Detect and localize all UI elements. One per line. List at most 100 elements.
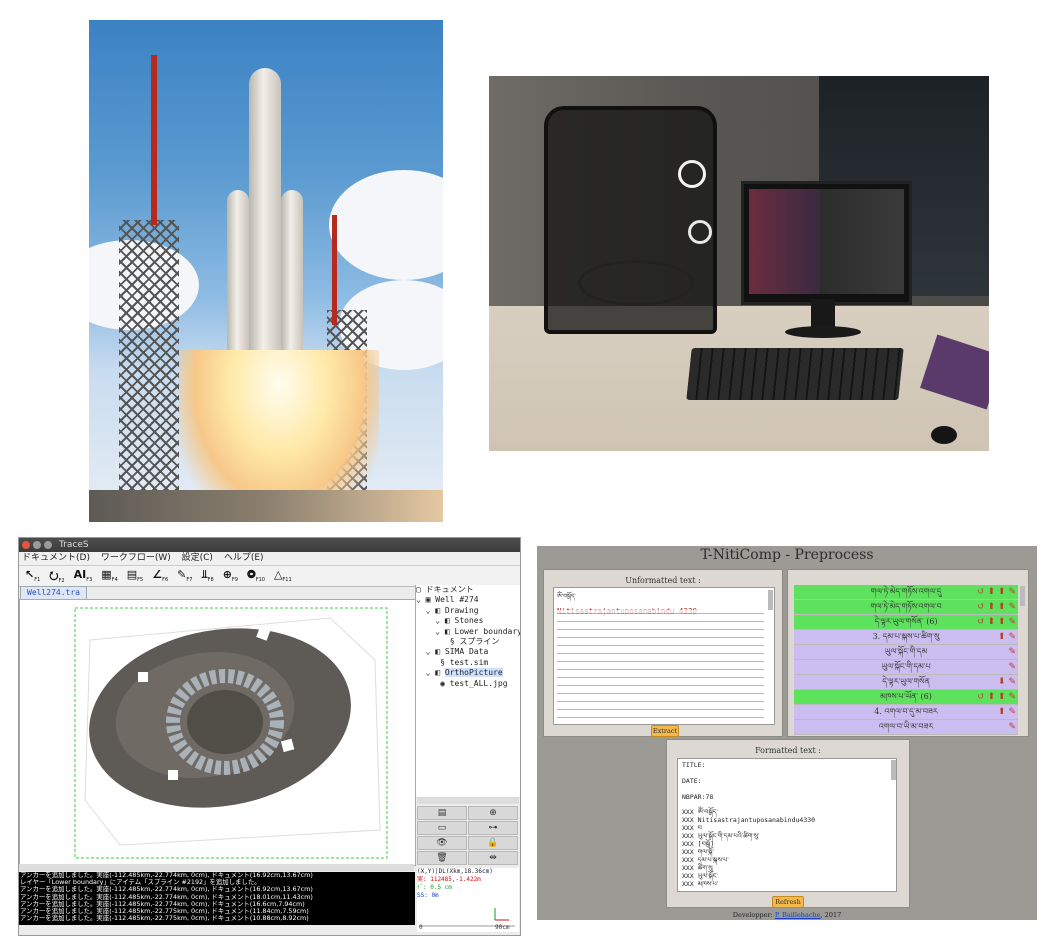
- footer: Developper: P. Baillehache, 2017: [732, 911, 842, 919]
- paragraph-row[interactable]: གལ་ཏེ་མེད་གཏོས་འགལ་དུ ↺ ⬆ ⬆ ✎: [794, 585, 1018, 600]
- merge-button[interactable]: ⇹: [468, 851, 518, 865]
- unformatted-panel: Unformatted text : ༀ་བསྒོད་ Nitisastraja…: [543, 569, 783, 737]
- tibetan-text-block: [557, 610, 764, 722]
- list-scrollbar[interactable]: [1020, 586, 1025, 606]
- rocket-launch-photo: [89, 20, 443, 522]
- row-action-icons[interactable]: ✎: [1008, 660, 1016, 674]
- row-action-icons[interactable]: ↺ ⬆ ⬆ ✎: [977, 585, 1016, 599]
- pencil-tool-icon[interactable]: ✎F7: [177, 568, 192, 583]
- formatted-line: TITLE:: [682, 761, 706, 769]
- tree-item[interactable]: ⌄ ▣ Well #274: [416, 595, 520, 605]
- formatted-textarea[interactable]: TITLE: DATE: NBPAR:78 XXX ༀ་བསྒོད་ XXX Ni…: [677, 758, 897, 892]
- drawing-canvas[interactable]: [19, 599, 416, 866]
- spline-tool-icon[interactable]: ⫫F8: [201, 568, 213, 583]
- close-window-icon[interactable]: [22, 541, 30, 549]
- cloud: [329, 170, 443, 280]
- visibility-button[interactable]: 👁: [417, 836, 467, 850]
- formatted-line: [682, 770, 892, 778]
- paragraph-row[interactable]: དེ་ལྟར་ཡུལ་གསོན ⬇ ✎: [794, 675, 1018, 690]
- marker: [168, 770, 178, 780]
- tree-item[interactable]: ⌄ ◧ Stones: [416, 616, 520, 626]
- text-tool-icon[interactable]: AIF3: [74, 568, 93, 583]
- paragraph-row[interactable]: 4. འགལ་བ་དུ་མ་བཟར ⬆ ✎: [794, 705, 1018, 720]
- label-button[interactable]: ▭: [417, 821, 467, 835]
- tree-item[interactable]: ⌄ ◧ OrthoPicture: [416, 668, 520, 678]
- paragraph-text: 4. འགལ་བ་དུ་མ་བཟར: [874, 707, 938, 716]
- paragraph-text: གལ་ཏེ་མེད་གཏོས་འགལ་དུ: [870, 587, 942, 596]
- table-tool-icon[interactable]: ▤F5: [127, 568, 143, 583]
- paragraph-list-panel: གལ་ཏེ་མེད་གཏོས་འགལ་དུ ↺ ⬆ ⬆ ✎ གལ་ཏེ་མེད་གཏ…: [787, 569, 1029, 737]
- paragraph-row[interactable]: དེ་ལྟར་ཡུལ་གསོན་ (6) ↺ ⬆ ⬆ ✎: [794, 615, 1018, 630]
- new-layer-button[interactable]: ▤: [417, 806, 467, 820]
- refresh-button[interactable]: Refresh: [772, 896, 804, 908]
- paragraph-row[interactable]: ཡུལ་སྐོང་གི་དམ་པ ✎: [794, 660, 1018, 675]
- lasso-tool-icon[interactable]: ⭮F2: [49, 567, 64, 586]
- formatted-line: DATE:: [682, 776, 702, 785]
- ground-smoke: [89, 490, 443, 522]
- connect-button[interactable]: ⊶: [468, 821, 518, 835]
- title-bar: TraceS: [19, 538, 520, 552]
- minimize-window-icon[interactable]: [33, 541, 41, 549]
- launch-tower: [119, 220, 179, 522]
- tree-item[interactable]: § スプライン: [416, 637, 520, 647]
- maximize-window-icon[interactable]: [44, 541, 52, 549]
- file-tab[interactable]: Well274.tra: [20, 586, 87, 600]
- row-action-icons[interactable]: ⬇ ✎: [998, 675, 1016, 689]
- menu-bar: ドキュメント(D) ワークフロー(W) 設定(C) ヘルプ(E): [19, 552, 520, 566]
- row-action-icons[interactable]: ↺ ⬆ ⬆ ✎: [977, 600, 1016, 614]
- paragraph-text: 3. དམ་པ་མྐས་པ་ཚིག་སུ: [872, 632, 940, 641]
- row-action-icons[interactable]: ✎: [1008, 720, 1016, 734]
- log-line: アンカーを追加しました。実座(-112.485km,-22.775km, 0cm…: [20, 914, 309, 923]
- canvas-scrollbar[interactable]: [19, 864, 414, 871]
- delete-button[interactable]: 🗑: [417, 851, 467, 865]
- row-action-icons[interactable]: ↺ ⬆ ⬆ ✎: [977, 690, 1016, 704]
- textarea-scrollbar[interactable]: [768, 590, 773, 610]
- menu-document[interactable]: ドキュメント(D): [22, 553, 90, 563]
- tree-item[interactable]: ◉ test_ALL.jpg: [416, 679, 520, 689]
- author-link[interactable]: P. Baillehache: [775, 911, 821, 919]
- row-action-icons[interactable]: ↺ ⬆ ⬆ ✎: [977, 615, 1016, 629]
- monitor-screen: [749, 189, 904, 294]
- ring-light: [678, 160, 706, 188]
- paragraph-row[interactable]: གལ་ཏེ་མེད་གཏོས་འགལ་བ ↺ ⬆ ⬆ ✎: [794, 600, 1018, 615]
- formatted-line: XXX Nitisastrajantuposanabindu4330: [682, 816, 816, 825]
- coord-line: SS: 0m: [417, 892, 439, 899]
- lock-button[interactable]: 🔒: [468, 836, 518, 850]
- triangle-tool-icon[interactable]: △F11: [274, 568, 292, 583]
- row-action-icons[interactable]: ⬆ ✎: [998, 630, 1016, 644]
- circle-tool-icon[interactable]: ⭗F10: [247, 568, 265, 583]
- formatted-title: Formatted text :: [755, 746, 821, 755]
- paragraph-rows: གལ་ཏེ་མེད་གཏོས་འགལ་དུ ↺ ⬆ ⬆ ✎ གལ་ཏེ་མེད་གཏ…: [788, 570, 1028, 736]
- formatted-scrollbar[interactable]: [891, 760, 896, 780]
- menu-help[interactable]: ヘルプ(E): [224, 553, 264, 563]
- formatted-line: NBPAR:78: [682, 792, 714, 801]
- paragraph-text: འགལ་བ་ཡི་མ་བཟར: [878, 722, 934, 731]
- tree-item[interactable]: ▢ ドキュメント: [416, 585, 520, 595]
- row-action-icons[interactable]: ✎: [1008, 645, 1016, 659]
- select-tool-icon[interactable]: ↖F1: [25, 568, 40, 583]
- tree-item[interactable]: ⌄ ◧ Drawing: [416, 606, 520, 616]
- tree-item[interactable]: ⌄ ◧ Lower boundary: [416, 627, 520, 637]
- menu-workflow[interactable]: ワークフロー(W): [101, 553, 171, 563]
- ortho-picture: [74, 607, 388, 859]
- link-button[interactable]: ⊕: [468, 806, 518, 820]
- tree-item[interactable]: § test.sim: [416, 658, 520, 668]
- tree-item[interactable]: ⌄ ◧ SIMA Data: [416, 647, 520, 657]
- mouse: [931, 426, 957, 444]
- paragraph-row[interactable]: ཡུལ་སྐོང་གི་དམ ✎: [794, 645, 1018, 660]
- formatted-line: XXX མཁས་པ་: [682, 879, 719, 888]
- paragraph-row[interactable]: 3. དམ་པ་མྐས་པ་ཚིག་སུ ⬆ ✎: [794, 630, 1018, 645]
- extract-button[interactable]: Extract: [651, 725, 679, 737]
- menu-settings[interactable]: 設定(C): [182, 553, 213, 563]
- monitor: [741, 181, 912, 305]
- row-action-icons[interactable]: ⬆ ✎: [998, 705, 1016, 719]
- paragraph-text: ཡུལ་སྐོང་གི་དམ་པ: [881, 662, 931, 671]
- anchor-tool-icon[interactable]: ⊕F9: [223, 568, 238, 583]
- paragraph-row[interactable]: འགལ་བ་ཡི་མ་བཟར ✎: [794, 720, 1018, 735]
- tree-scrollbar[interactable]: [417, 797, 519, 804]
- angle-tool-icon[interactable]: ∠F6: [152, 568, 168, 583]
- paragraph-text: ཡུལ་སྐོང་གི་དམ: [884, 647, 928, 656]
- paragraph-row[interactable]: མཁས་པ་ཡོན་ (6) ↺ ⬆ ⬆ ✎: [794, 690, 1018, 705]
- unformatted-textarea[interactable]: ༀ་བསྒོད་ Nitisastrajantuposanabindu 4330: [553, 587, 775, 725]
- grid-tool-icon[interactable]: ▦F4: [101, 568, 117, 583]
